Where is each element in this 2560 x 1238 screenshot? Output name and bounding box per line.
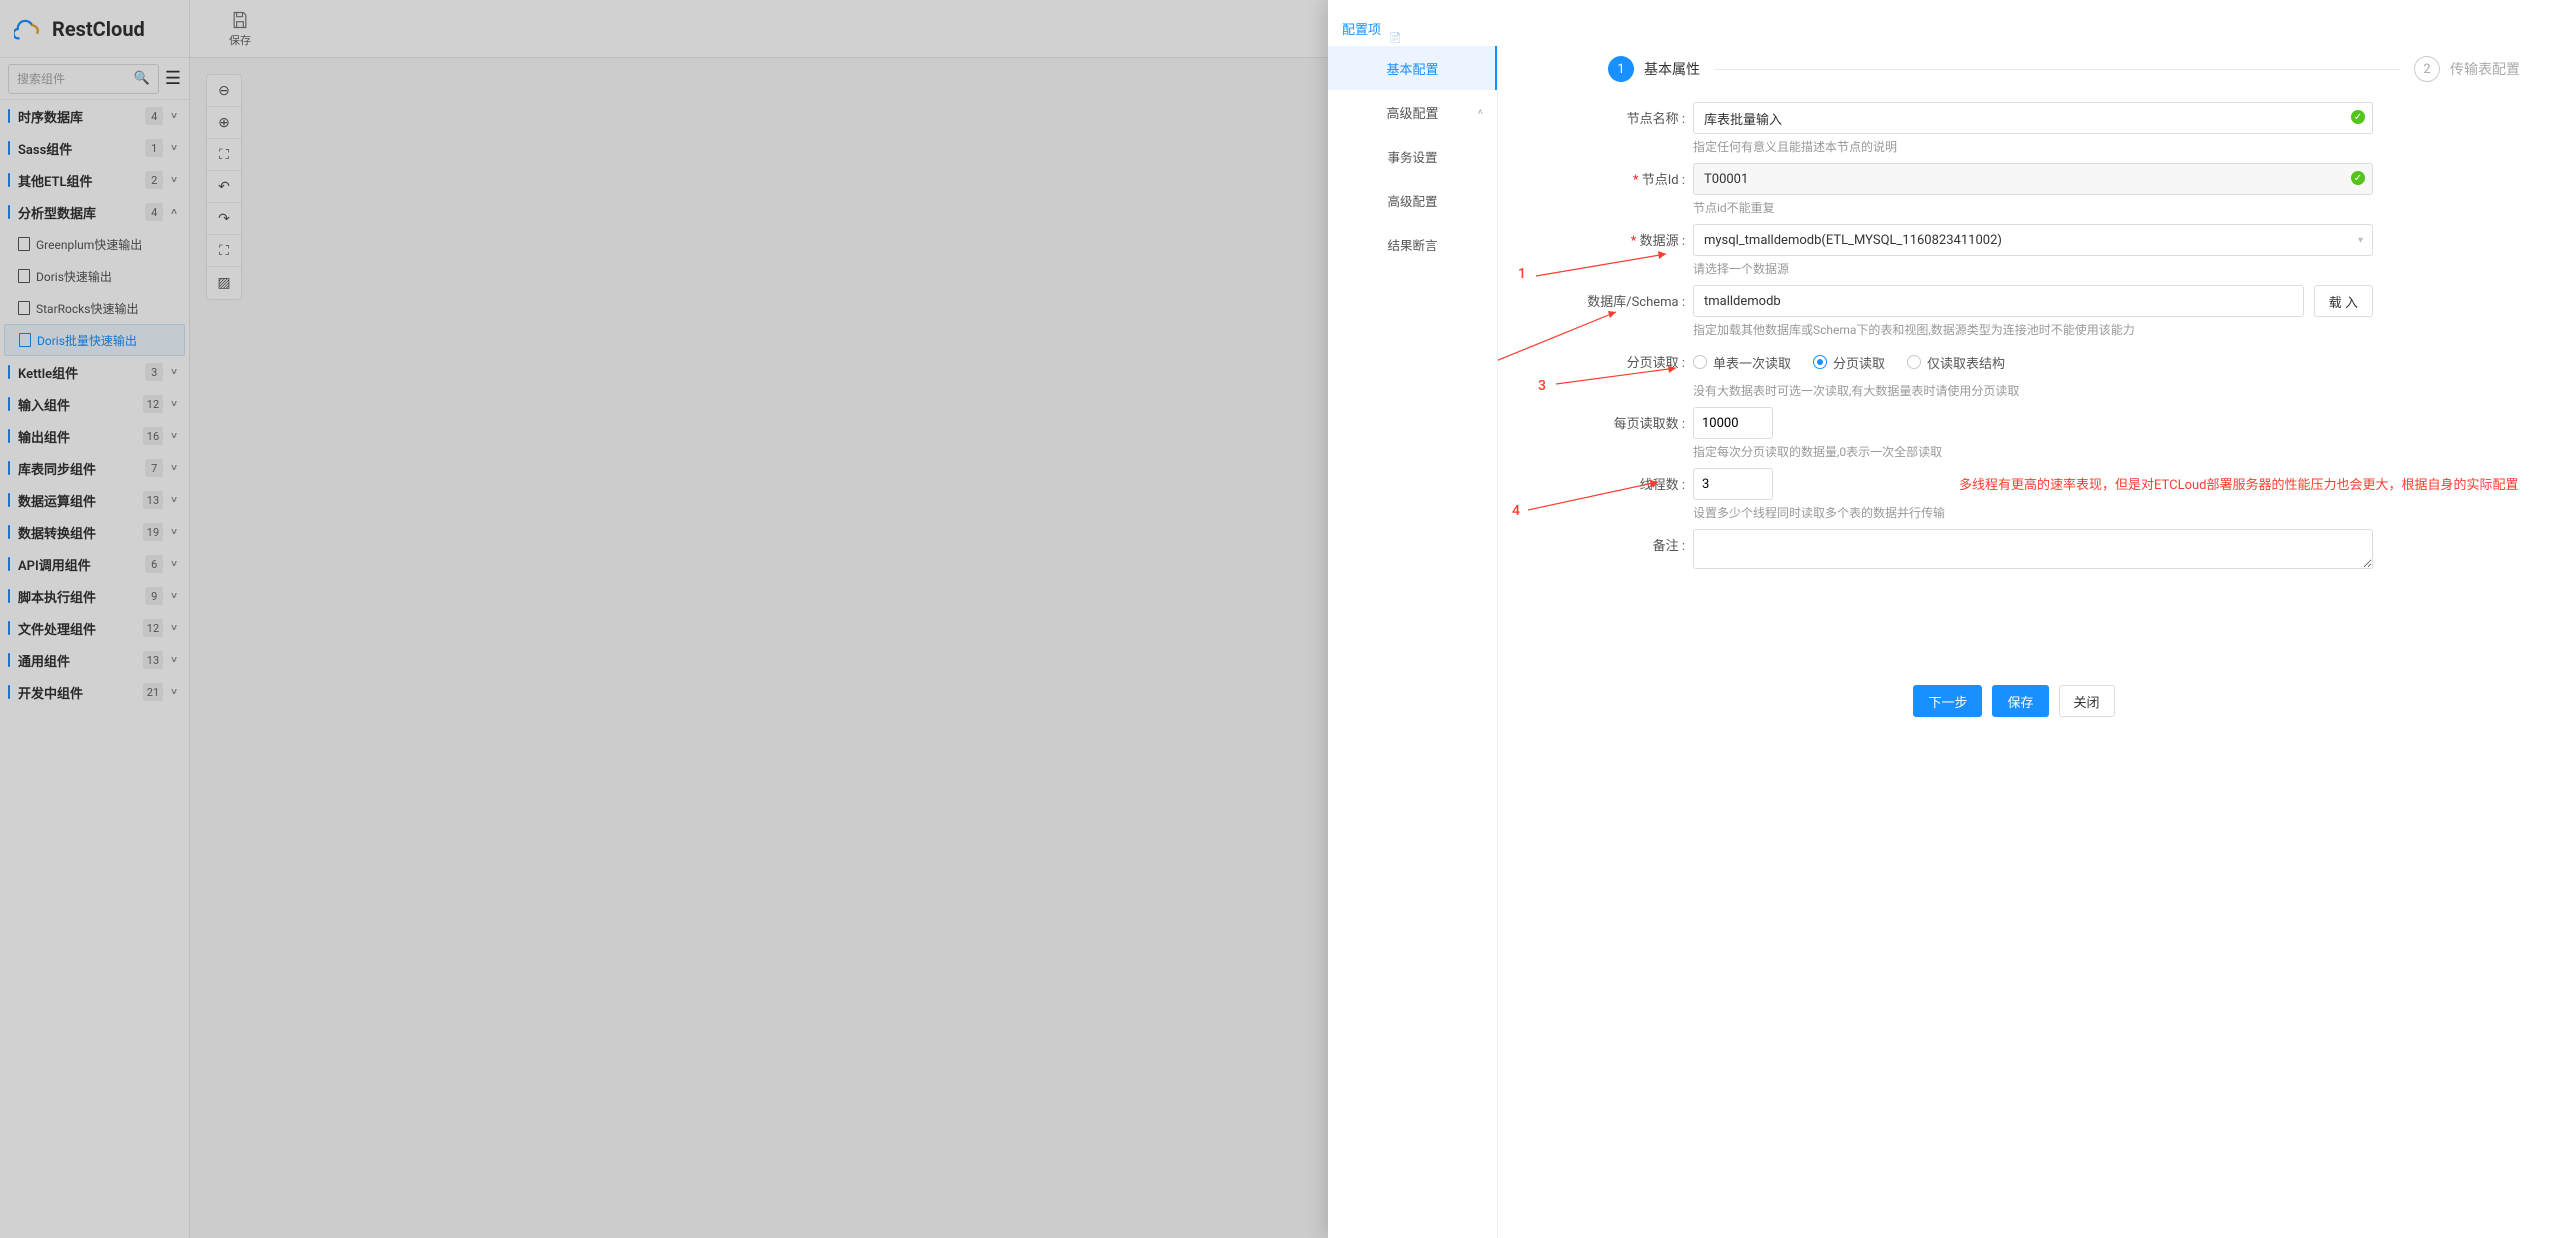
node-id-input[interactable]	[1693, 163, 2373, 195]
form-area: 节点名称 : ✓ 指定任何有意义且能描述本节点的说明 节点Id :	[1498, 98, 2560, 1238]
read-mode-radio-group: 单表一次读取 分页读取 仅读取表结构	[1693, 346, 2373, 378]
load-schema-button[interactable]: 载 入	[2314, 285, 2373, 317]
radio-icon	[1813, 355, 1827, 369]
config-main: 1 基本属性 2 传输表配置 节点名称 : ✓	[1498, 44, 2560, 1238]
row-datasource: 数据源 : ▾ 请选择一个数据源	[1498, 220, 2530, 281]
step-2[interactable]: 2 传输表配置	[2414, 56, 2520, 82]
config-nav-item[interactable]: 结果断言	[1328, 222, 1497, 266]
row-threads: 线程数 : 设置多少个线程同时读取多个表的数据并行传输 多线程有更高的速率表现，…	[1498, 464, 2530, 525]
row-schema: 数据库/Schema : 载 入 指定加载其他数据库或Schema下的表和视图,…	[1498, 281, 2530, 342]
row-remark: 备注 :	[1498, 525, 2530, 577]
config-modal: 配置项 📄 基本配置高级配置˄事务设置高级配置结果断言 1 基本属性 2 传输表…	[1328, 0, 2560, 1238]
row-node-name: 节点名称 : ✓ 指定任何有意义且能描述本节点的说明	[1498, 98, 2530, 159]
row-node-id: 节点Id : ✓ 节点id不能重复	[1498, 159, 2530, 220]
step-divider	[1714, 69, 2400, 70]
page-size-input[interactable]	[1693, 407, 1773, 439]
config-nav-item[interactable]: 基本配置	[1328, 46, 1497, 90]
read-mode-radio[interactable]: 分页读取	[1813, 353, 1885, 372]
schema-input[interactable]	[1693, 285, 2304, 317]
check-icon: ✓	[2351, 171, 2365, 185]
node-name-input[interactable]	[1693, 102, 2373, 134]
thread-warning: 多线程有更高的速率表现，但是对ETCLoud部署服务器的性能压力也会更大，根据自…	[1959, 474, 2518, 493]
radio-icon	[1693, 355, 1707, 369]
step-indicator: 1 基本属性 2 传输表配置	[1498, 44, 2560, 98]
chevron-down-icon: ▾	[2358, 235, 2363, 246]
thread-count-input[interactable]	[1693, 468, 1773, 500]
config-nav-item[interactable]: 高级配置	[1328, 178, 1497, 222]
check-icon: ✓	[2351, 110, 2365, 124]
config-nav-item[interactable]: 高级配置˄	[1328, 90, 1497, 134]
close-button[interactable]: 关闭	[2059, 685, 2115, 717]
read-mode-radio[interactable]: 仅读取表结构	[1907, 353, 2005, 372]
config-nav: 基本配置高级配置˄事务设置高级配置结果断言	[1328, 44, 1498, 1238]
step-1[interactable]: 1 基本属性	[1608, 56, 1700, 82]
read-mode-radio[interactable]: 单表一次读取	[1693, 353, 1791, 372]
modal-footer: 下一步 保存 关闭	[1498, 667, 2530, 741]
modal-tab-bar: 配置项 📄	[1328, 0, 2560, 44]
config-nav-item[interactable]: 事务设置	[1328, 134, 1497, 178]
radio-icon	[1907, 355, 1921, 369]
config-tab[interactable]: 配置项	[1338, 13, 1385, 44]
datasource-select[interactable]	[1693, 224, 2373, 256]
row-read-mode: 分页读取 : 单表一次读取分页读取仅读取表结构 没有大数据表时可选一次读取,有大…	[1498, 342, 2530, 403]
row-page-size: 每页读取数 : 指定每次分页读取的数据量,0表示一次全部读取	[1498, 403, 2530, 464]
next-step-button[interactable]: 下一步	[1913, 685, 1982, 717]
chevron-up-icon: ˄	[1478, 107, 1483, 118]
remark-textarea[interactable]	[1693, 529, 2373, 569]
pin-icon[interactable]: 📄	[1389, 33, 1401, 44]
modal-save-button[interactable]: 保存	[1992, 685, 2048, 717]
